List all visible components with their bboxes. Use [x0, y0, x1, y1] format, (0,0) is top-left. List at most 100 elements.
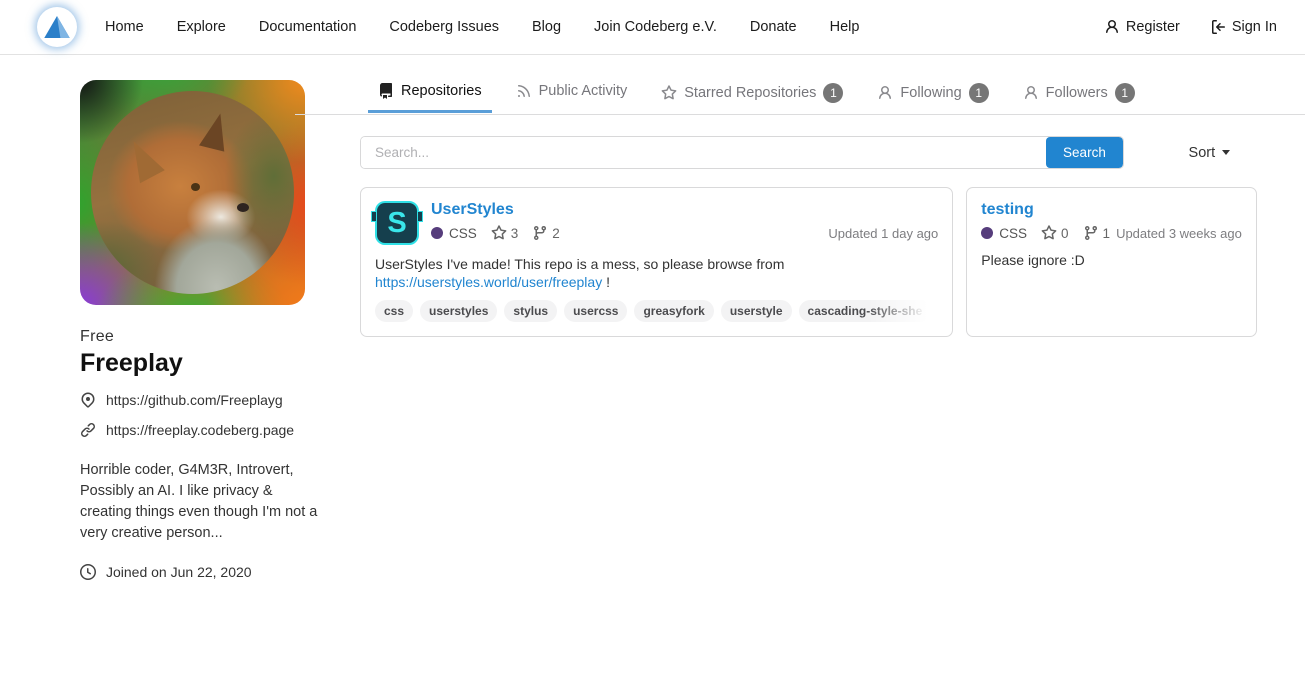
tab-starred-repositories[interactable]: Starred Repositories 1	[651, 80, 853, 115]
navbar-right: Register Sign In	[1104, 19, 1277, 35]
nav-links: Home Explore Documentation Codeberg Issu…	[105, 19, 859, 35]
repo-title-link[interactable]: testing	[981, 201, 1033, 219]
search-input[interactable]	[361, 137, 1046, 168]
clock-icon	[80, 564, 96, 580]
tab-count-badge: 1	[1115, 83, 1135, 103]
repo-meta-row: CSS 0 1 Updated 3 weeks ago	[981, 225, 1242, 241]
repo-card-head: testing CSS 0 1 Up	[981, 201, 1242, 241]
star-icon	[661, 85, 677, 101]
topic-pill[interactable]: greasyfork	[634, 300, 713, 322]
rss-icon	[516, 83, 532, 99]
website-row: https://freeplay.codeberg.page	[80, 422, 295, 438]
tab-public-activity[interactable]: Public Activity	[506, 80, 638, 111]
repo-description-text: Please ignore :D	[981, 252, 1085, 268]
star-count: 3	[491, 225, 519, 241]
star-icon	[491, 225, 507, 241]
language-label: CSS	[999, 226, 1027, 241]
fork-count: 1	[1083, 225, 1111, 241]
profile-sidebar: Free Freeplay https://github.com/Freepla…	[0, 80, 295, 580]
repo-avatar: S	[375, 201, 419, 245]
repo-card-head: S UserStyles CSS 3 2	[375, 201, 938, 245]
language-dot	[981, 227, 993, 239]
display-name: Free	[80, 328, 295, 346]
profile-avatar	[80, 80, 305, 305]
fox-eye	[191, 183, 200, 191]
nav-item-explore[interactable]: Explore	[177, 19, 226, 35]
fox-photo	[91, 91, 294, 294]
updated-timestamp: Updated 3 weeks ago	[1116, 226, 1242, 241]
fox-nose	[237, 203, 249, 212]
repo-card: testing CSS 0 1 Up	[966, 187, 1257, 337]
codeberg-logo[interactable]	[37, 7, 77, 47]
fork-count-value: 1	[1103, 226, 1111, 241]
location-row: https://github.com/Freeplayg	[80, 392, 295, 408]
nav-item-documentation[interactable]: Documentation	[259, 19, 357, 35]
nav-item-home[interactable]: Home	[105, 19, 144, 35]
star-count-value: 0	[1061, 226, 1069, 241]
username: Freeplay	[80, 349, 295, 378]
person-icon	[1023, 85, 1039, 101]
search-row: Search Sort	[360, 136, 1257, 169]
joined-date: Joined on Jun 22, 2020	[106, 564, 252, 580]
topic-pill[interactable]: usercss	[564, 300, 627, 322]
profile-main: Repositories Public Activity Starred Rep…	[295, 80, 1305, 580]
tab-following[interactable]: Following 1	[867, 80, 998, 115]
tab-repositories[interactable]: Repositories	[368, 80, 492, 111]
repo-icon	[378, 83, 394, 99]
git-fork-icon	[532, 225, 548, 241]
location-pin-icon	[80, 392, 96, 408]
nav-item-donate[interactable]: Donate	[750, 19, 797, 35]
joined-row: Joined on Jun 22, 2020	[80, 564, 295, 580]
nav-item-codeberg-issues[interactable]: Codeberg Issues	[389, 19, 499, 35]
topic-pill[interactable]: userstyle	[721, 300, 792, 322]
tab-count-badge: 1	[823, 83, 843, 103]
topic-pill[interactable]: userstyles	[420, 300, 497, 322]
nav-item-help[interactable]: Help	[830, 19, 860, 35]
fork-count: 2	[532, 225, 560, 241]
repo-description-suffix: !	[606, 274, 610, 290]
link-icon	[80, 422, 96, 438]
nav-item-blog[interactable]: Blog	[532, 19, 561, 35]
person-icon	[1104, 19, 1120, 35]
sign-in-icon	[1210, 19, 1226, 35]
tab-count-badge: 1	[969, 83, 989, 103]
topics-row: css userstyles stylus usercss greasyfork user…	[375, 300, 938, 323]
repo-card: S UserStyles CSS 3 2	[360, 187, 953, 337]
search-button[interactable]: Search	[1046, 137, 1123, 168]
repo-title-link[interactable]: UserStyles	[431, 201, 514, 219]
mountain-icon	[40, 10, 74, 44]
repo-description-text: UserStyles I've made! This repo is a mes…	[375, 256, 784, 272]
language-label: CSS	[449, 226, 477, 241]
register-link[interactable]: Register	[1104, 19, 1180, 35]
tab-followers[interactable]: Followers 1	[1013, 80, 1145, 115]
tab-label: Following	[900, 85, 961, 101]
repo-meta-row: CSS 3 2 Updated 1 day ago	[431, 225, 938, 241]
star-icon	[1041, 225, 1057, 241]
repo-description: UserStyles I've made! This repo is a mes…	[375, 255, 938, 291]
nav-item-join-codeberg[interactable]: Join Codeberg e.V.	[594, 19, 717, 35]
git-fork-icon	[1083, 225, 1099, 241]
repo-head-text: testing CSS 0 1 Up	[981, 201, 1242, 241]
updated-timestamp: Updated 1 day ago	[828, 226, 938, 241]
sign-in-link[interactable]: Sign In	[1210, 19, 1277, 35]
language-dot	[431, 227, 443, 239]
tab-label: Repositories	[401, 83, 482, 99]
person-icon	[877, 85, 893, 101]
caret-down-icon	[1222, 150, 1230, 155]
topic-pill[interactable]: stylus	[504, 300, 557, 322]
tab-label: Public Activity	[539, 83, 628, 99]
profile-tabs: Repositories Public Activity Starred Rep…	[295, 80, 1305, 115]
website-link[interactable]: https://freeplay.codeberg.page	[106, 422, 294, 438]
sign-in-label: Sign In	[1232, 19, 1277, 35]
location-value: https://github.com/Freeplayg	[106, 392, 283, 408]
topic-pill[interactable]: cascading-style-she	[799, 300, 932, 322]
fox-ear	[121, 135, 165, 183]
repo-description: Please ignore :D	[981, 251, 1242, 269]
topic-pill[interactable]: css	[375, 300, 413, 322]
search-group: Search	[360, 136, 1124, 169]
description-link[interactable]: https://userstyles.world/user/freeplay	[375, 274, 602, 290]
register-label: Register	[1126, 19, 1180, 35]
sort-dropdown[interactable]: Sort	[1162, 145, 1257, 161]
sort-label: Sort	[1189, 145, 1216, 161]
fox-ear	[199, 110, 233, 151]
